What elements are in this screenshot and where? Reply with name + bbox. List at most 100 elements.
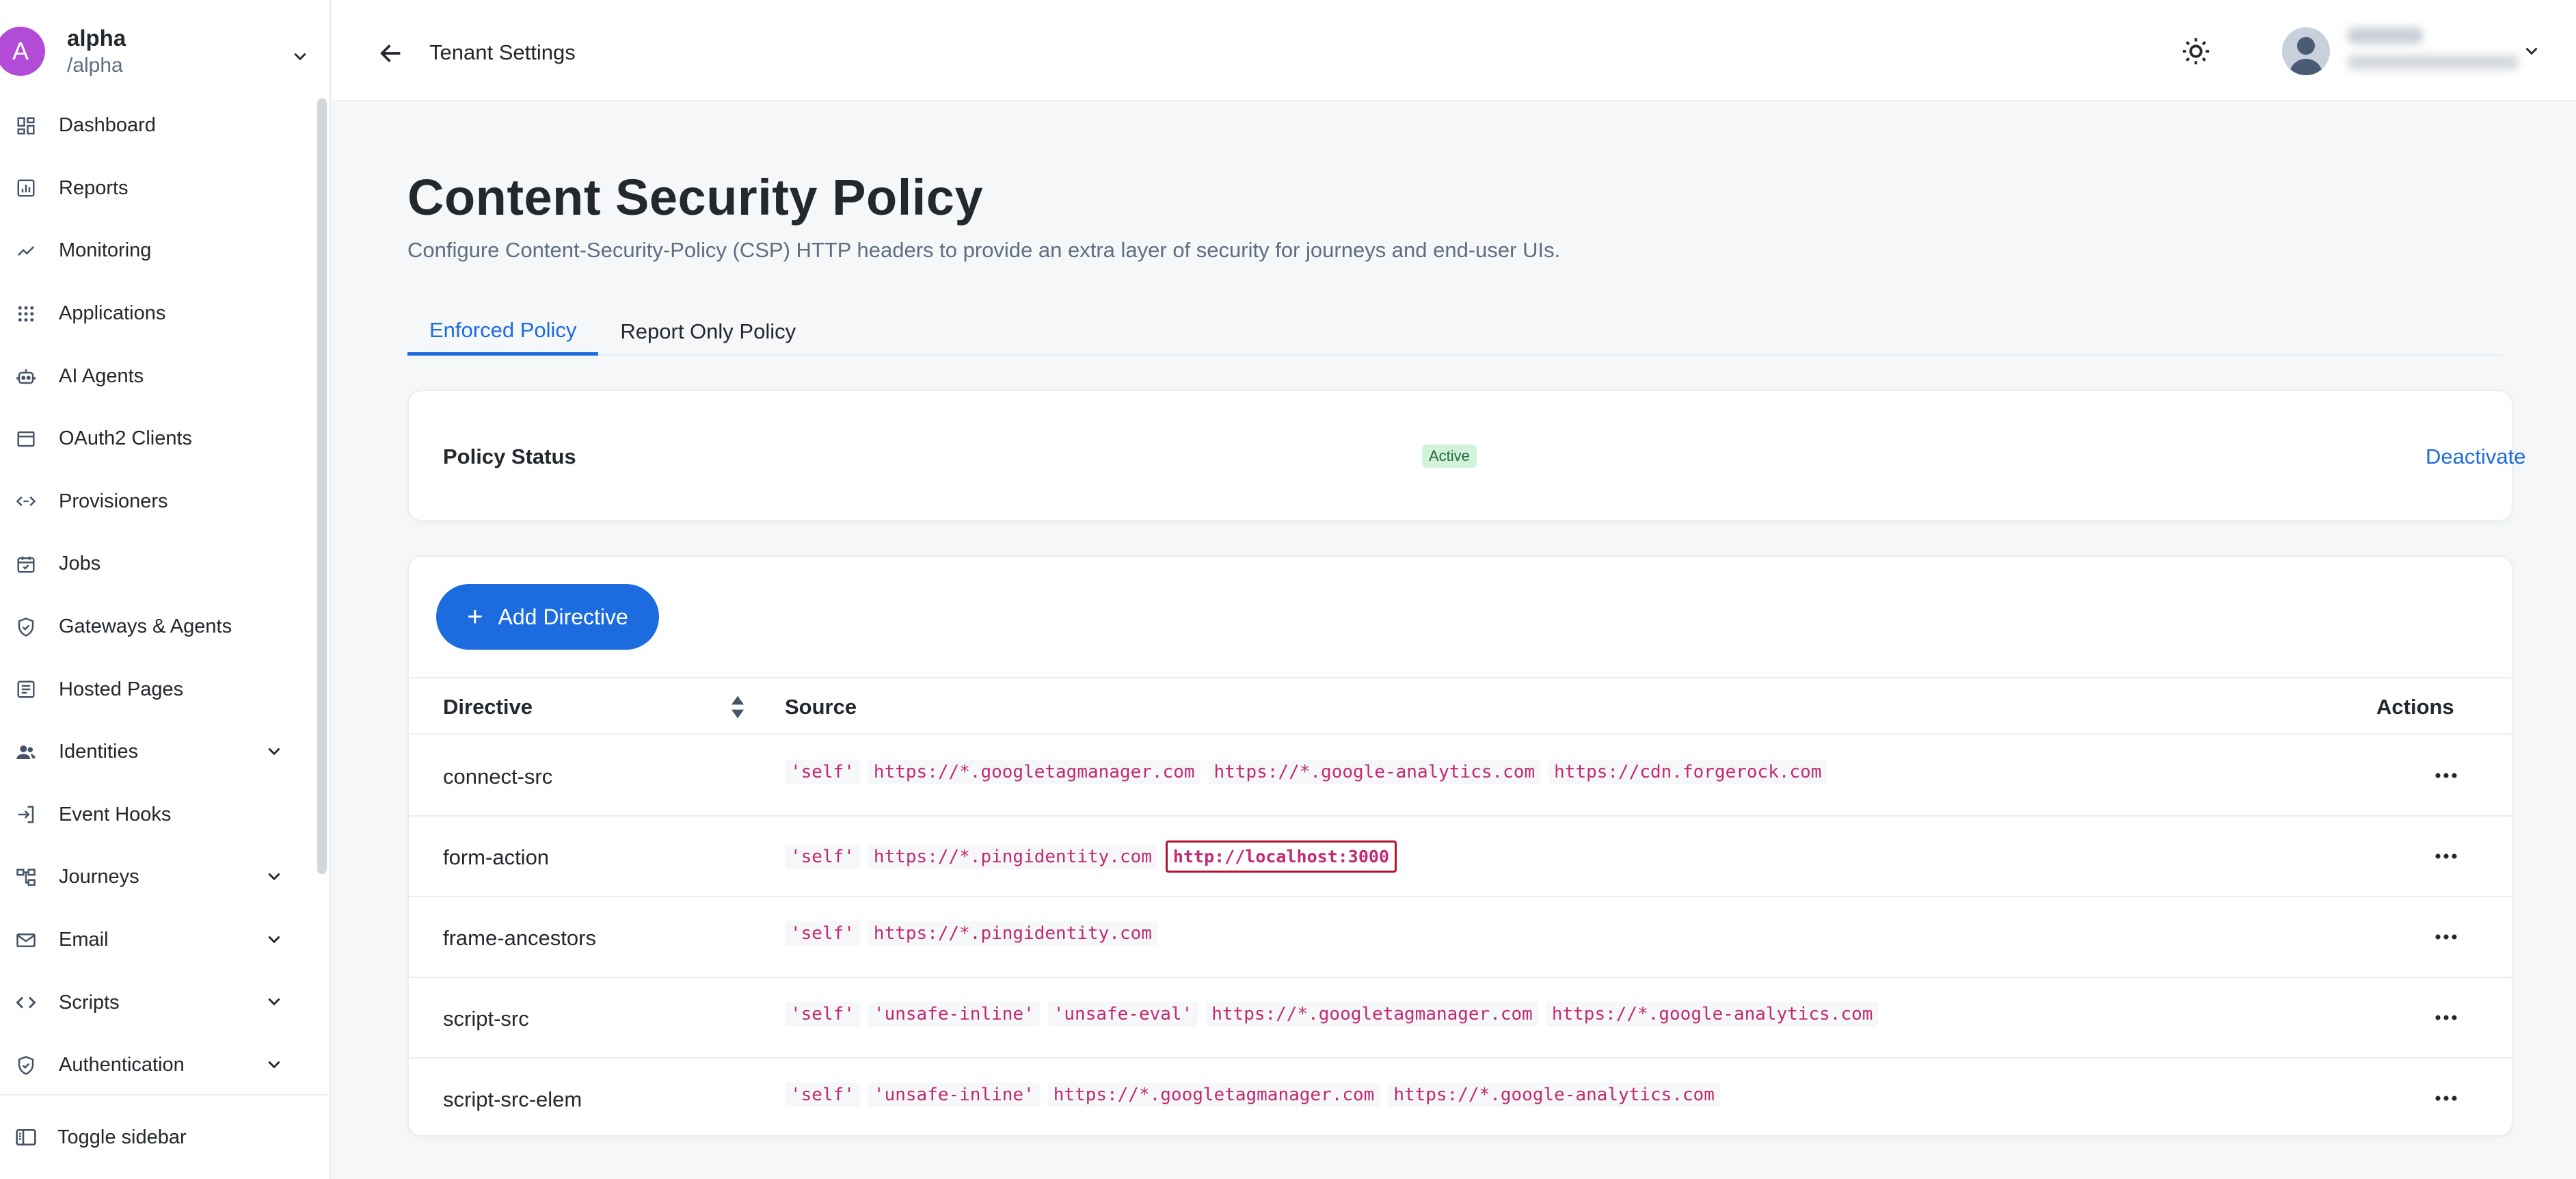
source-value: https://*.google-analytics.com — [1546, 1002, 1879, 1026]
source-value: 'self' — [785, 760, 860, 784]
sidebar-item-identities[interactable]: Identities — [0, 721, 314, 784]
toggle-sidebar-button[interactable]: Toggle sidebar — [0, 1094, 331, 1179]
authentication-icon — [14, 1053, 38, 1078]
sidebar-item-provisioners[interactable]: Provisioners — [0, 471, 314, 533]
column-header-directive[interactable]: Directive — [443, 695, 533, 719]
page-title: Content Security Policy — [407, 169, 984, 226]
source-value: https://*.pingidentity.com — [868, 921, 1157, 946]
sort-icon[interactable] — [730, 693, 745, 721]
sidebar-item-jobs[interactable]: Jobs — [0, 533, 314, 596]
sidebar-item-journeys[interactable]: Journeys — [0, 846, 314, 909]
deactivate-button[interactable]: Deactivate — [2426, 445, 2525, 469]
jobs-icon — [14, 552, 38, 577]
user-icon — [2282, 27, 2330, 75]
source-list: 'self' 'unsafe-inline' 'unsafe-eval' htt… — [785, 1002, 1879, 1026]
directive-name: script-src — [443, 1007, 529, 1031]
sidebar-item-hosted-pages[interactable]: Hosted Pages — [0, 658, 314, 721]
plus-icon: + — [467, 602, 483, 632]
add-directive-label: Add Directive — [498, 604, 628, 629]
source-list: 'self' https://*.pingidentity.com http:/… — [785, 840, 1397, 873]
user-info-blurred — [2348, 27, 2519, 70]
add-directive-button[interactable]: + Add Directive — [436, 584, 659, 650]
event-hooks-icon — [14, 802, 38, 827]
column-header-actions: Actions — [2376, 695, 2454, 719]
sidebar-item-scripts[interactable]: Scripts — [0, 971, 314, 1034]
sidebar-item-gateways-agents[interactable]: Gateways & Agents — [0, 596, 314, 659]
sidebar-item-event-hooks[interactable]: Event Hooks — [0, 784, 314, 847]
user-email-redacted — [2348, 55, 2519, 70]
table-row: script-src 'self' 'unsafe-inline' 'unsaf… — [409, 978, 2512, 1059]
table-row: form-action 'self' https://*.pingidentit… — [409, 817, 2512, 897]
user-name-redacted — [2348, 27, 2423, 44]
realm-name: alpha — [67, 25, 126, 51]
realm-switcher[interactable]: A alpha /alpha — [0, 14, 331, 89]
status-badge: Active — [1422, 445, 1477, 468]
chevron-down-icon[interactable] — [265, 931, 283, 949]
user-avatar[interactable] — [2282, 27, 2330, 75]
more-horizontal-icon[interactable] — [2432, 848, 2460, 864]
sidebar-toggle-icon — [14, 1125, 38, 1150]
source-list: 'self' https://*.pingidentity.com — [785, 921, 1157, 946]
chevron-down-icon[interactable] — [265, 743, 283, 760]
sidebar-item-monitoring[interactable]: Monitoring — [0, 220, 314, 282]
directive-name: frame-ancestors — [443, 926, 596, 950]
policy-status-card: Policy Status Active Deactivate — [407, 390, 2525, 521]
chevron-down-icon[interactable] — [265, 868, 283, 886]
source-value: 'self' — [785, 921, 860, 946]
sidebar-item-label: Scripts — [59, 991, 120, 1014]
more-horizontal-icon[interactable] — [2432, 767, 2460, 784]
toggle-sidebar-label: Toggle sidebar — [57, 1126, 187, 1148]
email-icon — [14, 928, 38, 953]
table-row: frame-ancestors 'self' https://*.pingide… — [409, 897, 2512, 978]
arrow-left-icon[interactable] — [377, 40, 405, 67]
sidebar-scrollbar[interactable] — [317, 98, 327, 874]
sidebar-item-label: Applications — [59, 302, 166, 325]
sidebar-item-label: AI Agents — [59, 365, 144, 387]
sidebar: A alpha /alpha Dashboard Reports Monitor… — [0, 0, 331, 1179]
directive-name: script-src-elem — [443, 1087, 582, 1111]
oauth2-clients-icon — [14, 427, 38, 451]
identities-icon — [14, 740, 38, 765]
chevron-down-icon[interactable] — [265, 1056, 283, 1074]
sidebar-item-ai-agents[interactable]: AI Agents — [0, 345, 314, 408]
source-value: https://*.google-analytics.com — [1388, 1083, 1720, 1107]
sidebar-item-label: Journeys — [59, 866, 139, 888]
source-list: 'self' 'unsafe-inline' https://*.googlet… — [785, 1083, 1720, 1107]
monitoring-icon — [14, 239, 38, 263]
source-value: https://*.googletagmanager.com — [868, 760, 1200, 784]
sun-icon[interactable] — [2180, 36, 2212, 67]
source-value: https://cdn.forgerock.com — [1548, 760, 1827, 784]
chevron-down-icon[interactable] — [2523, 42, 2540, 60]
header-title: Tenant Settings — [429, 40, 576, 64]
sidebar-item-label: Jobs — [59, 553, 101, 575]
tab-enforced-policy[interactable]: Enforced Policy — [407, 308, 599, 356]
source-value: 'unsafe-eval' — [1047, 1002, 1198, 1026]
tab-report-only-policy[interactable]: Report Only Policy — [598, 308, 818, 356]
more-horizontal-icon[interactable] — [2432, 1090, 2460, 1107]
journeys-icon — [14, 865, 38, 890]
policy-status-label: Policy Status — [443, 445, 576, 468]
source-value: 'self' — [785, 1002, 860, 1026]
sidebar-item-authentication[interactable]: Authentication — [0, 1034, 314, 1097]
ai-agents-icon — [14, 364, 38, 388]
column-header-source: Source — [785, 695, 857, 719]
realm-path: /alpha — [67, 54, 123, 77]
sidebar-item-dashboard[interactable]: Dashboard — [0, 94, 314, 157]
sidebar-item-reports[interactable]: Reports — [0, 157, 314, 220]
directive-name: connect-src — [443, 765, 553, 789]
more-horizontal-icon[interactable] — [2432, 929, 2460, 945]
sidebar-item-label: Dashboard — [59, 114, 156, 137]
more-horizontal-icon[interactable] — [2432, 1009, 2460, 1026]
sidebar-item-label: Identities — [59, 741, 139, 763]
sidebar-item-label: OAuth2 Clients — [59, 427, 193, 450]
directive-name: form-action — [443, 845, 550, 869]
applications-icon — [14, 302, 38, 326]
sidebar-item-email[interactable]: Email — [0, 909, 314, 972]
chevron-down-icon[interactable] — [265, 993, 283, 1011]
sidebar-item-oauth2-clients[interactable]: OAuth2 Clients — [0, 408, 314, 471]
sidebar-nav: Dashboard Reports Monitoring Application… — [0, 94, 314, 1097]
chevron-down-icon[interactable] — [291, 48, 309, 66]
sidebar-item-applications[interactable]: Applications — [0, 282, 314, 345]
source-value-highlighted: http://localhost:3000 — [1165, 840, 1397, 873]
realm-text: alpha /alpha — [67, 25, 126, 77]
